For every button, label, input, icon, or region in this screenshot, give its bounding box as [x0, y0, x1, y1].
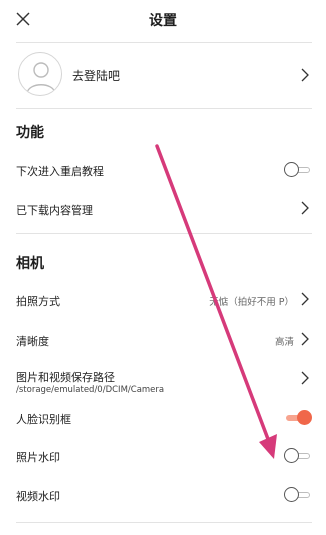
video-watermark-label: 视频水印: [16, 490, 60, 503]
chevron-right-icon: [301, 371, 309, 385]
restart-tutorial-toggle[interactable]: [284, 162, 312, 178]
divider: [16, 233, 312, 234]
page-title: 设置: [149, 13, 177, 29]
save-path-label: 图片和视频保存路径: [16, 371, 115, 384]
shooting-mode-row[interactable]: 拍照方式 无惦（拍好不用 P）: [16, 282, 312, 318]
shooting-mode-label: 拍照方式: [16, 295, 60, 308]
divider: [16, 108, 312, 109]
face-frame-toggle[interactable]: [284, 410, 312, 426]
chevron-right-icon: [301, 68, 309, 82]
section-title-features: 功能: [16, 125, 44, 141]
section-title-camera: 相机: [16, 256, 44, 272]
divider: [16, 42, 312, 43]
chevron-right-icon: [301, 201, 309, 215]
face-frame-row: 人脸识别框: [16, 400, 312, 436]
avatar: [18, 52, 62, 96]
photo-watermark-row: 照片水印: [16, 438, 312, 474]
resolution-label: 清晰度: [16, 335, 49, 348]
save-path-row[interactable]: 图片和视频保存路径 /storage/emulated/0/DCIM/Camer…: [16, 358, 312, 398]
restart-tutorial-label: 下次进入重启教程: [16, 165, 104, 178]
chevron-right-icon: [301, 292, 309, 306]
divider: [16, 522, 312, 523]
chevron-right-icon: [301, 332, 309, 346]
shooting-mode-value: 无惦（拍好不用 P）: [209, 297, 294, 308]
save-path-value: /storage/emulated/0/DCIM/Camera: [16, 385, 165, 395]
face-frame-label: 人脸识别框: [16, 413, 71, 426]
video-watermark-toggle[interactable]: [284, 487, 312, 503]
photo-watermark-label: 照片水印: [16, 451, 60, 464]
photo-watermark-toggle[interactable]: [284, 448, 312, 464]
login-row[interactable]: 去登陆吧: [16, 46, 312, 104]
resolution-value: 高清: [274, 337, 294, 348]
resolution-row[interactable]: 清晰度 高清: [16, 322, 312, 358]
downloads-row[interactable]: 已下载内容管理: [16, 191, 312, 227]
login-label: 去登陆吧: [72, 69, 121, 83]
video-watermark-row: 视频水印: [16, 477, 312, 513]
app-header: 设置: [0, 0, 326, 40]
restart-tutorial-row: 下次进入重启教程: [16, 152, 312, 188]
downloads-label: 已下载内容管理: [16, 204, 93, 217]
user-icon: [26, 62, 56, 94]
